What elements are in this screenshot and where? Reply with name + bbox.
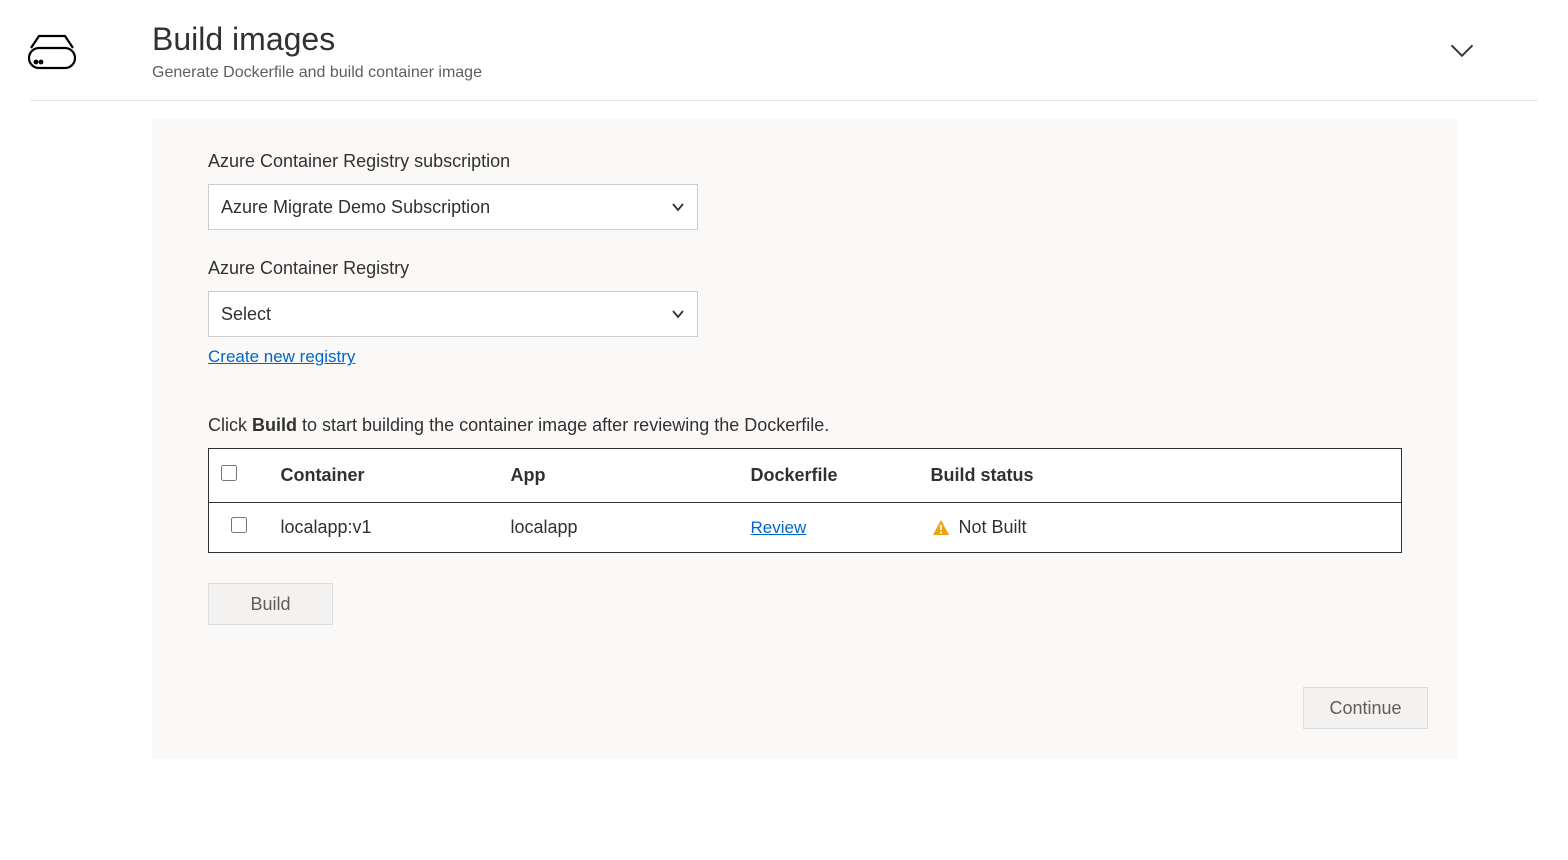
warning-icon [931, 518, 951, 538]
container-cell: localapp:v1 [269, 503, 499, 553]
container-header: Container [269, 449, 499, 503]
table-header-row: Container App Dockerfile Build status [209, 449, 1402, 503]
instruction-prefix: Click [208, 415, 252, 435]
registry-select[interactable]: Select [208, 291, 698, 337]
storage-icon [24, 32, 80, 74]
chevron-down-icon [671, 200, 685, 214]
instruction-bold: Build [252, 415, 297, 435]
app-header: App [499, 449, 739, 503]
content-panel: Azure Container Registry subscription Az… [152, 119, 1458, 759]
header-text-block: Build images Generate Dockerfile and bui… [152, 20, 1446, 82]
app-cell: localapp [499, 503, 739, 553]
subscription-select-value: Azure Migrate Demo Subscription [221, 197, 671, 218]
instruction-suffix: to start building the container image af… [297, 415, 829, 435]
chevron-down-icon [1448, 36, 1476, 64]
page-subtitle: Generate Dockerfile and build container … [152, 64, 1446, 82]
build-status-cell: Not Built [919, 503, 1402, 553]
row-select-cell [209, 503, 269, 553]
containers-table: Container App Dockerfile Build status lo… [208, 448, 1402, 553]
registry-field-group: Azure Container Registry Select Create n… [208, 258, 1402, 367]
build-button[interactable]: Build [208, 583, 333, 625]
subscription-label: Azure Container Registry subscription [208, 151, 1402, 172]
page-title: Build images [152, 20, 1446, 58]
continue-button[interactable]: Continue [1303, 687, 1428, 729]
subscription-field-group: Azure Container Registry subscription Az… [208, 151, 1402, 230]
review-dockerfile-link[interactable]: Review [751, 518, 807, 538]
chevron-down-icon [671, 307, 685, 321]
dockerfile-cell: Review [739, 503, 919, 553]
select-all-checkbox[interactable] [221, 465, 237, 481]
registry-label: Azure Container Registry [208, 258, 1402, 279]
table-row: localapp:v1 localapp Review Not Built [209, 503, 1402, 553]
collapse-toggle[interactable] [1446, 34, 1478, 66]
dockerfile-header: Dockerfile [739, 449, 919, 503]
create-registry-link[interactable]: Create new registry [208, 347, 355, 367]
subscription-select[interactable]: Azure Migrate Demo Subscription [208, 184, 698, 230]
page-header: Build images Generate Dockerfile and bui… [30, 20, 1538, 101]
status-text: Not Built [959, 517, 1027, 538]
registry-select-value: Select [221, 304, 671, 325]
build-instruction: Click Build to start building the contai… [208, 415, 1402, 436]
build-status-header: Build status [919, 449, 1402, 503]
row-checkbox[interactable] [231, 517, 247, 533]
select-all-header [209, 449, 269, 503]
